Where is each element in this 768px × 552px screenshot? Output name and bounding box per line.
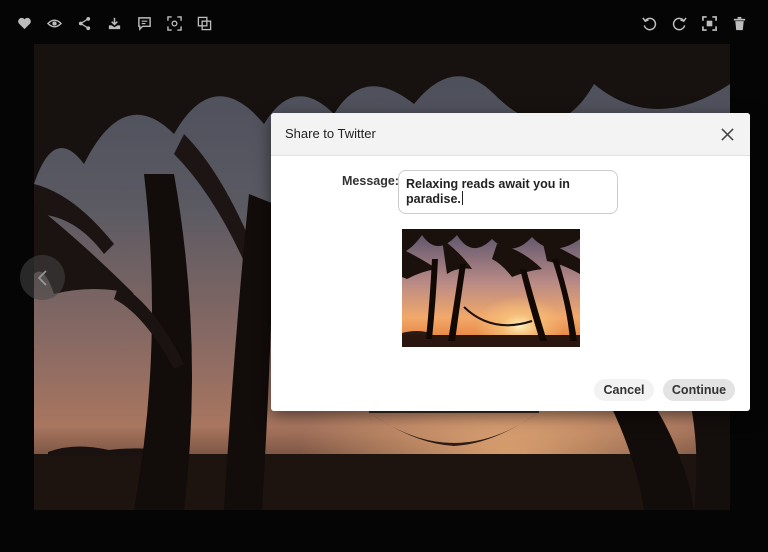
chevron-left-icon (37, 269, 47, 286)
photo-viewer: Share to Twitter Message: Relaxing reads… (0, 0, 768, 552)
dialog-title: Share to Twitter (285, 126, 376, 141)
image-preview (402, 229, 580, 347)
fit-screen-icon[interactable] (700, 14, 718, 32)
heart-icon[interactable] (15, 14, 33, 32)
cancel-button[interactable]: Cancel (594, 379, 654, 401)
rotate-right-icon[interactable] (670, 14, 688, 32)
download-icon[interactable] (105, 14, 123, 32)
continue-button[interactable]: Continue (663, 379, 735, 401)
dialog-header: Share to Twitter (271, 113, 750, 156)
scan-icon[interactable] (165, 14, 183, 32)
share-icon[interactable] (75, 14, 93, 32)
comment-icon[interactable] (135, 14, 153, 32)
previous-photo-button[interactable] (20, 255, 65, 300)
message-label: Message: (342, 174, 399, 188)
message-input[interactable]: Relaxing reads await you in paradise. (398, 170, 618, 214)
share-dialog: Share to Twitter Message: Relaxing reads… (271, 113, 750, 411)
trash-icon[interactable] (730, 14, 748, 32)
rotate-left-icon[interactable] (640, 14, 658, 32)
close-button[interactable] (718, 125, 736, 143)
close-icon (720, 127, 734, 141)
copy-icon[interactable] (195, 14, 213, 32)
eye-icon[interactable] (45, 14, 63, 32)
text-caret (461, 191, 463, 205)
message-text: Relaxing reads await you in paradise. (406, 177, 570, 206)
